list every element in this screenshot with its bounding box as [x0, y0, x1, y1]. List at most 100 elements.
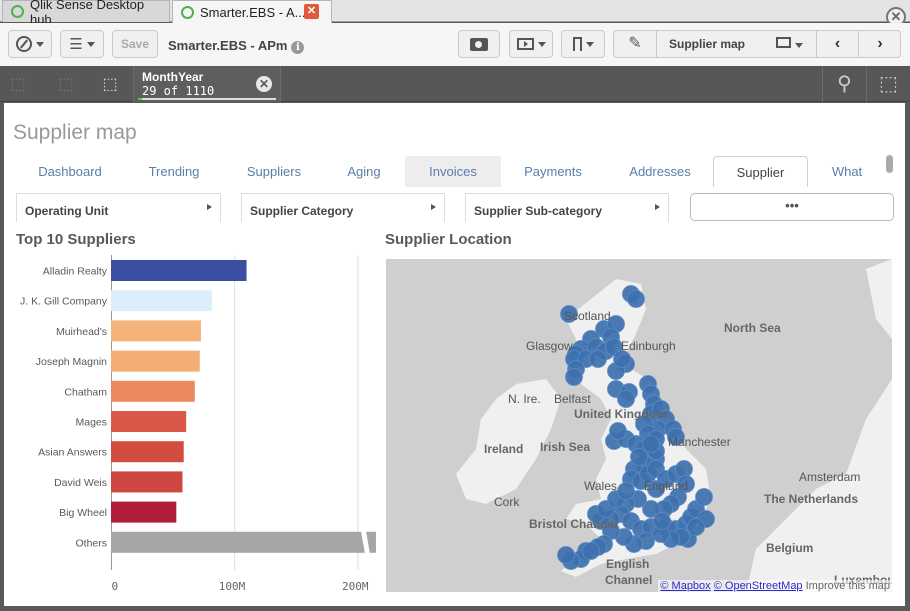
tab-payments[interactable]: Payments: [509, 156, 597, 187]
tab-suppliers[interactable]: Suppliers: [232, 156, 316, 187]
bar-asian-answers[interactable]: [111, 441, 184, 463]
previous-sheet-button[interactable]: ‹: [816, 31, 858, 57]
bar-chatham[interactable]: [111, 380, 195, 402]
map-label-manchester: Manchester: [668, 435, 731, 449]
selections-tool-button[interactable]: ⬚: [866, 66, 910, 102]
tab-aging[interactable]: Aging: [334, 156, 394, 187]
tab-addresses[interactable]: Addresses: [618, 156, 702, 187]
supplier-location-point: [557, 546, 575, 564]
map-label-scotland: Scotland: [564, 309, 611, 323]
map-label-irish-sea: Irish Sea: [540, 440, 591, 454]
x-tick-label: 200M: [342, 580, 369, 593]
map-label-united-kingdom: United Kingdom: [574, 407, 667, 421]
chevron-down-icon: [795, 43, 803, 48]
app-toolbar: ☰ Save Smarter.EBS - APm i ✎ Supplier map…: [0, 23, 910, 66]
tab-trending[interactable]: Trending: [132, 156, 216, 187]
filter-label: Supplier Category: [250, 204, 354, 218]
search-icon: ⚲: [837, 73, 852, 95]
osm-link[interactable]: © OpenStreetMap: [714, 580, 803, 592]
category-label: Mages: [75, 417, 107, 429]
qlik-icon: [11, 5, 24, 18]
category-label: J. K. Gill Company: [20, 296, 108, 308]
close-tab-icon[interactable]: ✕: [304, 4, 319, 19]
save-button[interactable]: Save: [112, 30, 158, 58]
tab-supplier[interactable]: Supplier: [713, 156, 808, 187]
category-label: Chatham: [64, 386, 107, 398]
sheets-button[interactable]: [776, 37, 803, 51]
filter-supplier-subcategory[interactable]: Supplier Sub-category: [465, 193, 669, 222]
info-icon[interactable]: i: [291, 41, 305, 54]
presentation-button[interactable]: [509, 30, 553, 58]
bookmark-button[interactable]: [561, 30, 605, 58]
step-back-icon[interactable]: ⬚: [6, 74, 30, 94]
map-label-n-ire-: N. Ire.: [508, 392, 541, 406]
category-label: Muirhead's: [56, 326, 107, 338]
bar-david-weis[interactable]: [111, 471, 183, 493]
bar-j-k-gill-company[interactable]: [111, 290, 213, 312]
filter-operating-unit[interactable]: Operating Unit: [16, 193, 221, 222]
bar-others[interactable]: [111, 531, 376, 553]
bar-alladin-realty[interactable]: [111, 260, 247, 281]
navigation-menu-button[interactable]: [8, 30, 52, 58]
supplier-location-point: [630, 448, 648, 466]
sheets-icon: [776, 37, 791, 48]
tabs-scrollbar[interactable]: [886, 155, 893, 173]
global-menu-button[interactable]: ☰: [60, 30, 104, 58]
app-title: Smarter.EBS - APm i: [168, 38, 305, 54]
x-tick-label: 100M: [219, 580, 246, 593]
map-label-channel: Channel: [605, 573, 653, 587]
next-sheet-button[interactable]: ›: [858, 31, 901, 57]
list-icon: ☰: [69, 35, 83, 53]
tab-invoices[interactable]: Invoices: [405, 156, 501, 187]
supplier-location-map[interactable]: Scotland Glasgow Edinburgh North Sea N. Ire.…: [386, 259, 892, 592]
chevron-down-icon: [585, 41, 594, 47]
supplier-location-point: [582, 542, 600, 560]
bar-big-wheel[interactable]: [111, 501, 177, 523]
expand-icon: [207, 204, 212, 210]
bookmark-icon: [572, 37, 582, 51]
selections-bar: ⬚ ⬚ ⬚ MonthYear 29 of 1110 ✕ ⚲ ⬚: [0, 66, 910, 102]
step-forward-icon[interactable]: ⬚: [54, 74, 78, 94]
snapshot-button[interactable]: [458, 30, 500, 58]
supplier-location-point: [565, 368, 583, 386]
expand-icon: [431, 204, 436, 210]
tab-what[interactable]: What: [820, 156, 874, 187]
chevron-down-icon: [36, 41, 44, 47]
clear-selections-icon[interactable]: ⬚: [98, 74, 122, 94]
browser-tab-hub[interactable]: Qlik Sense Desktop hub: [2, 0, 170, 27]
filter-label: Operating Unit: [25, 204, 109, 218]
x-tick-label: 0: [112, 580, 119, 593]
supplier-location-point: [695, 488, 713, 506]
selection-count: 29 of 1110: [142, 84, 215, 98]
browser-tab-app[interactable]: Smarter.EBS - A... ✕: [172, 0, 332, 23]
map-label-english: English: [606, 557, 650, 571]
bar-joseph-magnin[interactable]: [111, 350, 200, 372]
mapbox-link[interactable]: © Mapbox: [660, 580, 710, 592]
clear-selection-icon[interactable]: ✕: [256, 76, 272, 92]
map-label-amsterdam: Amsterdam: [799, 470, 861, 484]
edit-button[interactable]: ✎: [614, 31, 657, 57]
chevron-left-icon: ‹: [834, 35, 841, 52]
presentation-icon: [516, 38, 534, 50]
tab-dashboard[interactable]: Dashboard: [26, 156, 114, 187]
selection-item-monthyear[interactable]: MonthYear 29 of 1110 ✕: [133, 66, 281, 102]
current-sheet-name[interactable]: Supplier map: [669, 37, 745, 51]
category-label: Others: [75, 537, 107, 549]
map-label-north-sea: North Sea: [724, 321, 781, 335]
selections-tool-icon: ⬚: [879, 73, 898, 95]
camera-icon: [470, 37, 488, 51]
improve-map-link[interactable]: Improve this map: [806, 580, 890, 592]
supplier-location-point: [613, 350, 631, 368]
bar-muirhead-s[interactable]: [111, 320, 201, 342]
map-label-glasgow: Glasgow: [526, 339, 573, 353]
top-suppliers-bar-chart[interactable]: 0 100M 200M Alladin Realty J. K. Gill Compan…: [4, 253, 384, 593]
search-button[interactable]: ⚲: [822, 66, 866, 102]
more-filters-button[interactable]: •••: [690, 193, 894, 221]
bar-mages[interactable]: [111, 411, 187, 432]
filter-supplier-category[interactable]: Supplier Category: [241, 193, 445, 222]
map-label-england: England: [644, 479, 689, 493]
selection-progress: [138, 98, 276, 100]
bar-chart-title: Top 10 Suppliers: [16, 231, 136, 248]
map-title: Supplier Location: [385, 231, 512, 248]
europe-landmass: [746, 379, 892, 592]
